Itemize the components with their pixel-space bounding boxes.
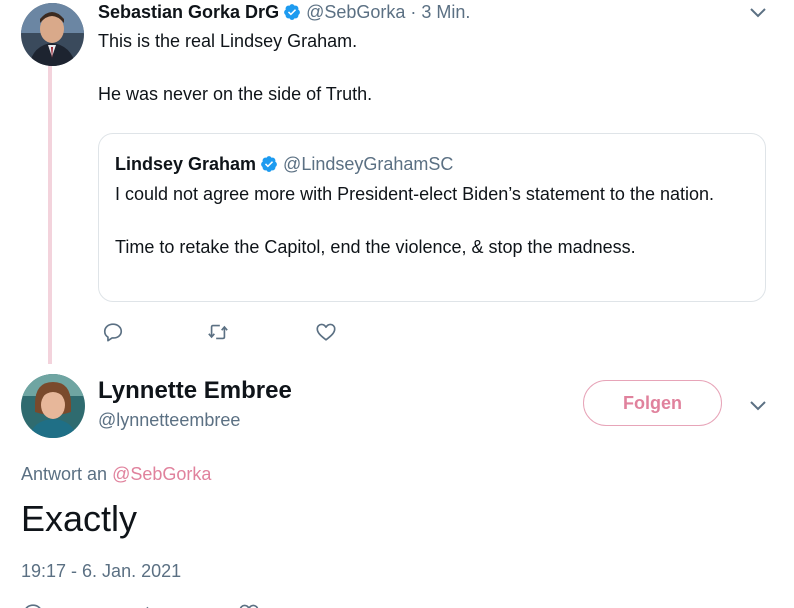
chevron-down-icon[interactable]: [749, 3, 767, 21]
retweet-icon[interactable]: [207, 321, 229, 343]
chevron-down-icon[interactable]: [749, 396, 767, 414]
verified-badge-icon: [283, 3, 301, 21]
quoted-author-handle: @LindseyGrahamSC: [283, 154, 454, 174]
tweet-text-line: He was never on the side of Truth.: [98, 84, 373, 104]
avatar[interactable]: [21, 374, 85, 438]
heart-icon[interactable]: [315, 321, 337, 343]
tweet-header: Sebastian Gorka DrG @SebGorka · 3 Min.: [98, 1, 470, 23]
author-handle[interactable]: @lynnetteembree: [98, 409, 240, 431]
thread-connector-line: [48, 66, 52, 364]
quoted-author-name: Lindsey Graham: [115, 154, 257, 174]
tweet-timestamp[interactable]: 19:17 - 6. Jan. 2021: [21, 560, 181, 582]
tweet-text: Exactly: [21, 498, 138, 539]
tweet-actions-row: [0, 600, 794, 608]
verified-badge-icon: [260, 155, 278, 173]
reply-context: Antwort an @SebGorka: [21, 463, 211, 485]
reply-prefix: Antwort an: [21, 464, 108, 484]
quoted-text-line: Time to retake the Capitol, end the viol…: [115, 237, 636, 257]
avatar[interactable]: [21, 3, 84, 66]
quoted-tweet-header: Lindsey Graham @LindseyGrahamSC: [115, 153, 453, 175]
reply-mention-link[interactable]: @SebGorka: [112, 464, 211, 484]
tweet-text-line: This is the real Lindsey Graham.: [98, 31, 358, 51]
quoted-tweet-text: I could not agree more with President-el…: [115, 183, 714, 258]
reply-icon[interactable]: [102, 321, 124, 343]
tweet-text: This is the real Lindsey Graham. He was …: [98, 30, 372, 105]
author-handle[interactable]: @SebGorka: [306, 1, 405, 23]
reply-icon[interactable]: [22, 602, 44, 608]
quoted-text-line: I could not agree more with President-el…: [115, 184, 715, 204]
retweet-icon[interactable]: [130, 602, 152, 608]
author-name[interactable]: Lynnette Embree: [98, 377, 292, 405]
quoted-tweet-card[interactable]: Lindsey Graham @LindseyGrahamSC I could …: [98, 133, 766, 302]
heart-icon[interactable]: [238, 602, 260, 608]
tweet-time[interactable]: 3 Min.: [421, 1, 470, 23]
separator-dot: ·: [410, 2, 417, 22]
author-name[interactable]: Sebastian Gorka DrG: [98, 1, 279, 23]
follow-button[interactable]: Folgen: [583, 380, 722, 426]
tweet-thread: Sebastian Gorka DrG @SebGorka · 3 Min. T…: [0, 0, 794, 608]
